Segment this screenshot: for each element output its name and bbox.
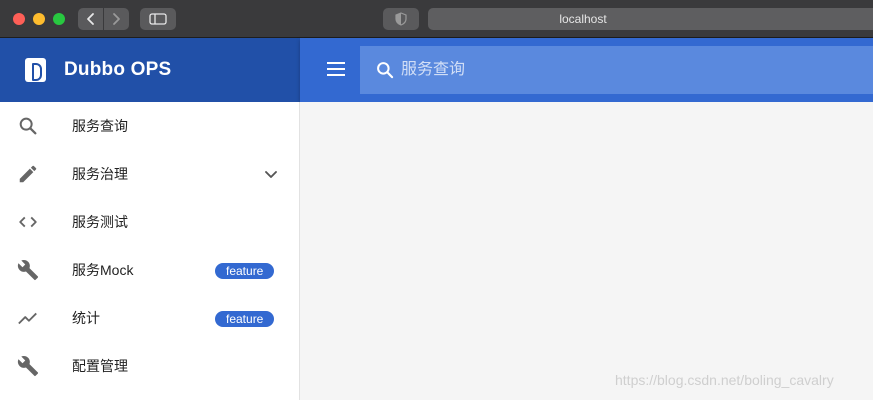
sidebar-item-label: 服务Mock (72, 262, 134, 278)
minimize-window-button[interactable] (33, 13, 45, 25)
sidebar-nav: 服务查询 服务治理 服务测试 服务Mock feature 统计 feature (0, 102, 300, 400)
forward-icon (113, 13, 120, 25)
main-content (300, 102, 873, 400)
search-input[interactable] (401, 61, 821, 79)
sidebar-item-label: 配置管理 (72, 358, 128, 374)
close-window-button[interactable] (13, 13, 25, 25)
sidebar-item-statistics[interactable]: 统计 feature (0, 294, 299, 342)
address-bar[interactable]: localhost (428, 8, 873, 30)
top-app-bar (300, 38, 873, 102)
pencil-icon (17, 163, 39, 185)
brand-title: Dubbo OPS (64, 59, 172, 80)
forward-button[interactable] (103, 8, 128, 30)
code-icon (17, 211, 39, 233)
sidebar-item-label: 服务查询 (72, 118, 128, 134)
sidebar-item-service-mock[interactable]: 服务Mock feature (0, 246, 299, 294)
sidebar-item-label: 服务测试 (72, 214, 128, 230)
navigation-buttons (78, 8, 129, 30)
search-icon (377, 62, 394, 79)
browser-toolbar: localhost (0, 0, 873, 38)
url-text: localhost (559, 12, 607, 26)
sidebar-item-config-management[interactable]: 配置管理 (0, 342, 299, 390)
dubbo-logo-icon (25, 58, 46, 82)
sidebar-item-service-test[interactable]: 服务测试 (0, 198, 299, 246)
back-icon (86, 13, 94, 25)
privacy-shield-button[interactable] (383, 8, 419, 30)
watermark: https://blog.csdn.net/boling_cavalry (615, 372, 834, 388)
sidebar-item-service-governance[interactable]: 服务治理 (0, 150, 299, 198)
search-field[interactable] (360, 46, 873, 94)
shield-icon (395, 12, 407, 26)
sidebar-toggle-icon (149, 13, 167, 25)
wrench-icon (17, 355, 39, 377)
sidebar-item-service-query[interactable]: 服务查询 (0, 102, 299, 150)
app-brand: Dubbo OPS (0, 38, 300, 102)
sidebar-item-label: 服务治理 (72, 166, 128, 182)
wrench-icon (17, 259, 39, 281)
trending-up-icon (17, 307, 39, 329)
chevron-down-icon[interactable] (263, 166, 279, 187)
back-button[interactable] (78, 8, 103, 30)
maximize-window-button[interactable] (53, 13, 65, 25)
sidebar-toggle-button[interactable] (140, 8, 176, 30)
feature-badge: feature (215, 311, 275, 327)
sidebar-item-label: 统计 (72, 310, 100, 326)
search-icon (17, 115, 39, 137)
menu-icon[interactable] (327, 62, 345, 76)
feature-badge: feature (215, 263, 275, 279)
